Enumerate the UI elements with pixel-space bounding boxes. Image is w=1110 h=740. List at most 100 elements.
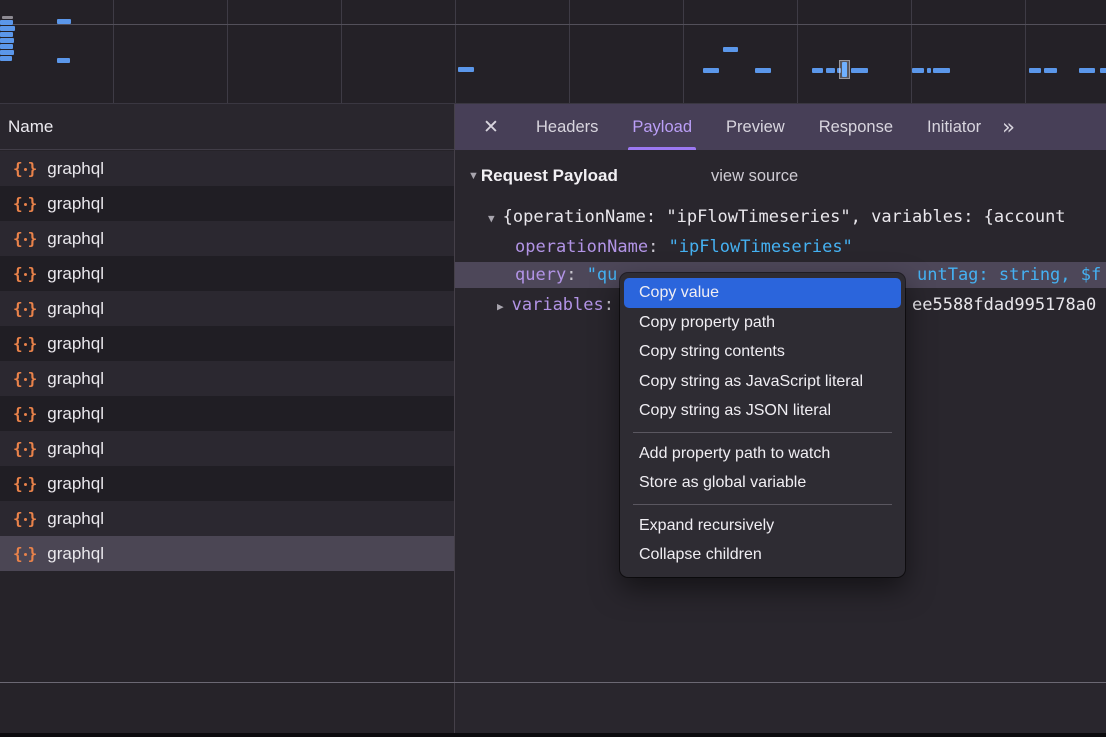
table-row[interactable]: graphql (0, 256, 454, 291)
property-value: "ipFlowTimeseries" (669, 237, 853, 257)
menu-separator (633, 504, 892, 505)
table-row[interactable]: graphql (0, 361, 454, 396)
property-key: query (515, 265, 576, 285)
table-row[interactable]: graphql (0, 396, 454, 431)
request-bar (0, 32, 13, 37)
object-preview: {operationName: "ipFlowTimeseries", vari… (503, 207, 1066, 227)
menu-item-collapse-children[interactable]: Collapse children (624, 540, 901, 570)
menu-item-copy-value[interactable]: Copy value (624, 278, 901, 308)
context-menu: Copy valueCopy property pathCopy string … (620, 273, 905, 577)
json-icon (13, 266, 37, 282)
json-icon (13, 231, 37, 247)
menu-item-copy-string-as-json-literal[interactable]: Copy string as JSON literal (624, 396, 901, 426)
json-icon (13, 301, 37, 317)
request-bar (927, 68, 931, 73)
property-value: "qu (587, 265, 618, 285)
table-row[interactable]: graphql (0, 466, 454, 501)
request-bar (2, 16, 13, 19)
menu-item-store-as-global-variable[interactable]: Store as global variable (624, 468, 901, 498)
request-name: graphql (47, 544, 104, 564)
request-name: graphql (47, 509, 104, 529)
json-icon (13, 441, 37, 457)
json-icon (13, 546, 37, 562)
window-bottom-edge (0, 733, 1106, 737)
payload-root-row[interactable]: ▼ {operationName: "ipFlowTimeseries", var… (488, 204, 1066, 230)
request-name: graphql (47, 229, 104, 249)
menu-item-expand-recursively[interactable]: Expand recursively (624, 511, 901, 541)
variables-row[interactable]: ▶ variables (497, 292, 614, 318)
request-name: graphql (47, 334, 104, 354)
menu-item-copy-property-path[interactable]: Copy property path (624, 308, 901, 338)
request-bar (1079, 68, 1095, 73)
expanded-icon[interactable]: ▼ (488, 212, 495, 225)
request-bar (723, 47, 738, 52)
network-overview[interactable] (0, 0, 1106, 104)
property-key: operationName (515, 237, 658, 257)
json-icon (13, 336, 37, 352)
request-payload-section[interactable]: ▼Request Payload (468, 166, 618, 186)
request-name: graphql (47, 474, 104, 494)
request-bar (1100, 68, 1106, 73)
request-bar (851, 68, 868, 73)
request-bar (812, 68, 823, 73)
request-bar (0, 56, 12, 61)
request-bar (912, 68, 924, 73)
request-bar (0, 38, 14, 43)
request-bar (1044, 68, 1057, 73)
request-bar (458, 67, 474, 72)
request-bar (0, 20, 13, 25)
request-bar (0, 44, 13, 49)
table-row[interactable]: graphql (0, 501, 454, 536)
tab-payload[interactable]: Payload (615, 104, 709, 150)
view-source-link[interactable]: view source (711, 167, 798, 186)
table-row[interactable]: graphql (0, 326, 454, 361)
more-tabs-icon[interactable]: » (1002, 104, 1015, 150)
table-row[interactable]: graphql (0, 536, 454, 571)
section-expanded-icon: ▼ (468, 170, 479, 182)
json-icon (13, 511, 37, 527)
table-row[interactable]: graphql (0, 291, 454, 326)
query-value-continuation: untTag: string, $f (917, 262, 1101, 288)
operation-name-row[interactable]: operationName "ipFlowTimeseries" (515, 234, 853, 260)
request-bar (57, 19, 71, 24)
request-bar (703, 68, 719, 73)
request-name: graphql (47, 369, 104, 389)
request-name: graphql (47, 404, 104, 424)
request-name: graphql (47, 439, 104, 459)
tab-preview[interactable]: Preview (709, 104, 802, 150)
query-row[interactable]: query "qu (515, 262, 617, 288)
tab-initiator[interactable]: Initiator (910, 104, 998, 150)
table-row[interactable]: graphql (0, 151, 454, 186)
menu-item-add-property-path-to-watch[interactable]: Add property path to watch (624, 439, 901, 469)
request-name: graphql (47, 299, 104, 319)
json-icon (13, 476, 37, 492)
footer-divider (0, 682, 1106, 683)
request-name: graphql (47, 264, 104, 284)
json-icon (13, 406, 37, 422)
hover-marker-tick (842, 62, 847, 77)
menu-item-copy-string-contents[interactable]: Copy string contents (624, 337, 901, 367)
menu-item-copy-string-as-javascript-literal[interactable]: Copy string as JavaScript literal (624, 367, 901, 397)
close-icon[interactable]: ✕ (481, 104, 501, 150)
collapsed-icon[interactable]: ▶ (497, 300, 504, 313)
json-icon (13, 196, 37, 212)
tab-response[interactable]: Response (802, 104, 910, 150)
request-bar (933, 68, 950, 73)
overview-gridlines (0, 0, 1106, 103)
request-name: graphql (47, 194, 104, 214)
property-key: variables (512, 295, 614, 315)
json-icon (13, 371, 37, 387)
column-header-name[interactable]: Name (0, 104, 454, 150)
details-tabbar: ✕ HeadersPayloadPreviewResponseInitiator… (455, 104, 1106, 150)
table-row[interactable]: graphql (0, 186, 454, 221)
request-bar (0, 26, 15, 31)
table-row[interactable]: graphql (0, 221, 454, 256)
devtools-network-panel: Name graphql graphql graphql graphql gra… (0, 0, 1106, 737)
request-bar (1029, 68, 1041, 73)
json-icon (13, 161, 37, 177)
request-bar (755, 68, 771, 73)
table-row[interactable]: graphql (0, 431, 454, 466)
overview-lane-divider (13, 24, 1106, 25)
request-bar (0, 50, 14, 55)
tab-headers[interactable]: Headers (519, 104, 615, 150)
